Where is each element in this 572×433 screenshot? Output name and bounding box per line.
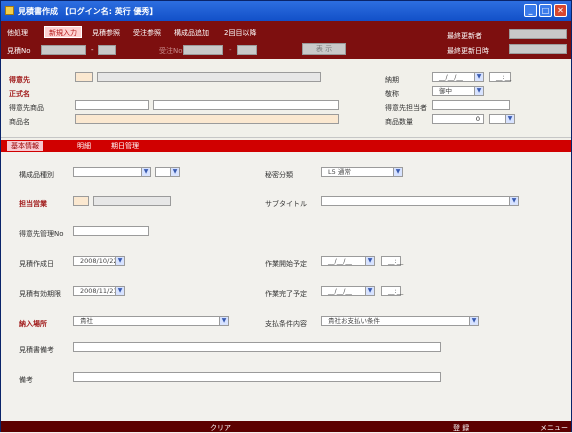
last-updated-label: 最終更新日時 bbox=[447, 47, 489, 55]
delivery-date-select[interactable]: __/__/__ ▼ bbox=[432, 72, 484, 82]
honorific-select[interactable]: 御中 ▼ bbox=[432, 86, 484, 96]
work-end-time-field[interactable]: __:__ bbox=[381, 286, 403, 296]
delivery-date-label: 納期 bbox=[385, 76, 399, 84]
bottom-function-bar: クリア 登 録 メニュー bbox=[1, 421, 571, 432]
chevron-down-icon: ▼ bbox=[474, 73, 483, 81]
customer-contact-field[interactable] bbox=[432, 100, 510, 110]
maximize-button[interactable]: □ bbox=[539, 4, 552, 17]
valid-until-label: 見積有効期限 bbox=[19, 290, 61, 298]
chevron-down-icon: ▼ bbox=[170, 168, 179, 176]
product-qty-label: 商品数量 bbox=[385, 118, 413, 126]
created-date-select[interactable]: 2008/10/22 ▼ bbox=[73, 256, 125, 266]
valid-until-select[interactable]: 2008/11/21 ▼ bbox=[73, 286, 125, 296]
honorific-label: 敬称 bbox=[385, 90, 399, 98]
delivery-place-select[interactable]: 貴社 ▼ bbox=[73, 316, 229, 326]
sales-rep-name-field bbox=[93, 196, 171, 206]
work-start-time-field[interactable]: __:__ bbox=[381, 256, 403, 266]
component-subtype-select[interactable]: ▼ bbox=[155, 167, 180, 177]
chevron-down-icon: ▼ bbox=[115, 257, 124, 265]
estimate-note-label: 見積書備考 bbox=[19, 346, 54, 354]
customer-product-name-field[interactable] bbox=[153, 100, 339, 110]
window-title: 見積書作成 【ログイン名: 英行 優秀】 bbox=[18, 7, 158, 16]
minimize-button[interactable]: _ bbox=[524, 4, 537, 17]
payment-terms-label: 支払条件内容 bbox=[265, 320, 307, 328]
work-end-date-select[interactable]: __/__/__ ▼ bbox=[321, 286, 375, 296]
menu-estimate-ref[interactable]: 見積参照 bbox=[92, 27, 120, 39]
work-start-label: 作業開始予定 bbox=[265, 260, 307, 268]
menu-bar: 他処理 新規入力 見積参照 受注参照 構成品追加 2回目以降 見積No - 受注… bbox=[1, 21, 571, 59]
component-type-label: 構成品種別 bbox=[19, 171, 54, 179]
header-form-panel: 得意先 正式名 得意先商品 商品名 納期 __/__/__ ▼ __:__ 敬称 … bbox=[1, 59, 571, 138]
estimate-no-label: 見積No bbox=[7, 47, 31, 55]
delivery-place-label: 納入場所 bbox=[19, 320, 47, 328]
chevron-down-icon: ▼ bbox=[393, 168, 402, 176]
customer-name-field bbox=[97, 72, 321, 82]
customer-mgmt-no-label: 得意先管理No bbox=[19, 230, 64, 238]
chevron-down-icon: ▼ bbox=[219, 317, 228, 325]
tab-details[interactable]: 明細 bbox=[77, 141, 91, 151]
estimate-note-field[interactable] bbox=[73, 342, 441, 352]
order-no-field[interactable] bbox=[183, 45, 223, 55]
menu-second-time[interactable]: 2回目以降 bbox=[224, 27, 256, 39]
chevron-down-icon: ▼ bbox=[365, 287, 374, 295]
title-bar: 見積書作成 【ログイン名: 英行 優秀】 _ □ ✕ bbox=[1, 1, 571, 21]
subtitle-select[interactable]: ▼ bbox=[321, 196, 519, 206]
close-button[interactable]: ✕ bbox=[554, 4, 567, 17]
product-name-label: 商品名 bbox=[9, 118, 30, 126]
order-no-branch[interactable] bbox=[237, 45, 257, 55]
subtitle-label: サブタイトル bbox=[265, 200, 307, 208]
customer-code-field[interactable] bbox=[75, 72, 93, 82]
customer-label: 得意先 bbox=[9, 76, 30, 84]
chevron-down-icon: ▼ bbox=[505, 115, 514, 123]
display-button[interactable]: 表 示 bbox=[302, 43, 346, 55]
official-name-label: 正式名 bbox=[9, 90, 30, 98]
sales-rep-code-field[interactable] bbox=[73, 196, 89, 206]
remarks-field[interactable] bbox=[73, 372, 441, 382]
work-start-date-select[interactable]: __/__/__ ▼ bbox=[321, 256, 375, 266]
last-updated-field bbox=[509, 44, 567, 54]
chevron-down-icon: ▼ bbox=[141, 168, 150, 176]
estimate-no-branch[interactable] bbox=[98, 45, 116, 55]
estimate-no-dash: - bbox=[91, 46, 94, 54]
customer-mgmt-no-field[interactable] bbox=[73, 226, 149, 236]
customer-product-label: 得意先商品 bbox=[9, 104, 44, 112]
confidential-label: 秘密分類 bbox=[265, 171, 293, 179]
application-window: 見積書作成 【ログイン名: 英行 優秀】 _ □ ✕ 他処理 新規入力 見積参照… bbox=[0, 0, 572, 432]
chevron-down-icon: ▼ bbox=[474, 87, 483, 95]
sales-rep-label: 担当営業 bbox=[19, 200, 47, 208]
product-qty-field[interactable]: 0 bbox=[432, 114, 484, 124]
tab-deadline-management[interactable]: 期日管理 bbox=[111, 141, 139, 151]
component-type-select[interactable]: ▼ bbox=[73, 167, 151, 177]
remarks-label: 備考 bbox=[19, 376, 33, 384]
product-qty-unit-select[interactable]: ▼ bbox=[489, 114, 515, 124]
menu-add-component[interactable]: 構成品追加 bbox=[174, 27, 209, 39]
chevron-down-icon: ▼ bbox=[365, 257, 374, 265]
chevron-down-icon: ▼ bbox=[509, 197, 518, 205]
chevron-down-icon: ▼ bbox=[469, 317, 478, 325]
delivery-time-field[interactable]: __:__ bbox=[489, 72, 511, 82]
confidential-select[interactable]: L5 通常 ▼ bbox=[321, 167, 403, 177]
work-end-label: 作業完了予定 bbox=[265, 290, 307, 298]
app-icon bbox=[5, 6, 14, 15]
estimate-no-field[interactable] bbox=[41, 45, 86, 55]
last-updater-field bbox=[509, 29, 567, 39]
tab-bar: 基本情報 明細 期日管理 bbox=[1, 140, 571, 152]
menu-new-entry[interactable]: 新規入力 bbox=[44, 26, 82, 38]
customer-product-code-field[interactable] bbox=[75, 100, 149, 110]
customer-contact-label: 得意先担当者 bbox=[385, 104, 427, 112]
order-no-dash: - bbox=[229, 46, 232, 54]
payment-terms-select[interactable]: 貴社お支払い条件 ▼ bbox=[321, 316, 479, 326]
created-date-label: 見積作成日 bbox=[19, 260, 54, 268]
basic-info-panel: 構成品種別 ▼ ▼ 秘密分類 L5 通常 ▼ 担当営業 サブタイトル ▼ 得意先管… bbox=[1, 152, 571, 421]
chevron-down-icon: ▼ bbox=[115, 287, 124, 295]
menu-order-ref[interactable]: 受注参照 bbox=[133, 27, 161, 39]
order-no-label: 受注No bbox=[159, 47, 183, 55]
last-updater-label: 最終更新者 bbox=[447, 32, 482, 40]
menu-other[interactable]: 他処理 bbox=[7, 27, 28, 39]
product-name-field[interactable] bbox=[75, 114, 339, 124]
tab-basic-info[interactable]: 基本情報 bbox=[7, 141, 43, 151]
